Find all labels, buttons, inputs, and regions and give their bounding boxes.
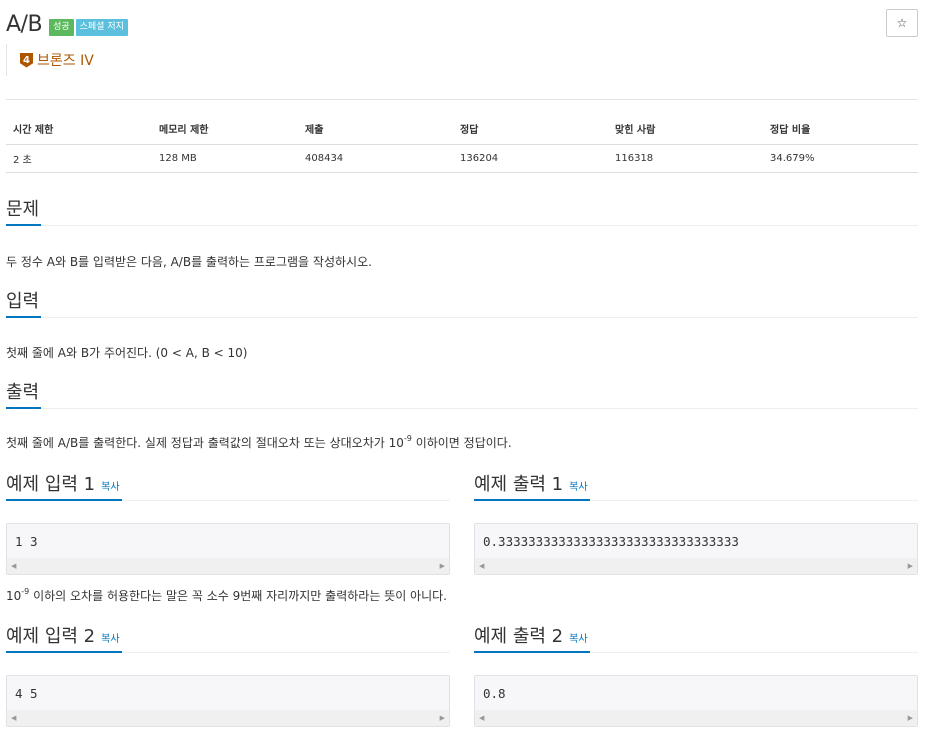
tier-row: 4 브론즈 IV: [6, 44, 94, 76]
exponent: -9: [403, 434, 412, 443]
input-description: 첫째 줄에 A와 B가 주어진다. (0 < A, B < 10): [6, 346, 248, 360]
sample-input-2-box[interactable]: 4 5 ◀ ▶: [6, 675, 450, 727]
header-submissions: 제출: [298, 114, 453, 145]
scroll-left-arrow-icon[interactable]: ◀: [479, 714, 484, 722]
output-heading: 출력: [6, 381, 42, 409]
scroll-left-arrow-icon[interactable]: ◀: [11, 562, 16, 570]
sample-input-2-heading: 예제 입력 2 복사: [6, 625, 450, 653]
problem-title: A/B: [6, 11, 43, 37]
success-badge: 성공: [49, 18, 74, 36]
sample-note-text: 이하의 오차를 허용한다는 말은 꼭 소수 9번째 자리까지만 출력하라는 뜻이…: [29, 589, 447, 603]
sample-input-2-code: 4 5: [15, 686, 38, 701]
problem-info-table: 시간 제한 메모리 제한 제출 정답 맞힌 사람 정답 비율 2 초 128 M…: [6, 114, 918, 173]
sample-input-1-title: 예제 입력 1: [6, 474, 96, 495]
divider: [6, 99, 918, 100]
sample-output-2-code: 0.8: [483, 686, 506, 701]
accept-ratio-value: 34.679%: [763, 144, 918, 173]
sample-output-1-heading: 예제 출력 1 복사: [474, 473, 918, 501]
bronze-tier-icon: 4: [20, 52, 33, 68]
scroll-right-arrow-icon[interactable]: ▶: [908, 714, 913, 722]
problem-title-row: A/B 성공 스페셜 저지: [6, 10, 128, 38]
table-header-row: 시간 제한 메모리 제한 제출 정답 맞힌 사람 정답 비율: [6, 114, 918, 145]
sample-output-2-box[interactable]: 0.8 ◀ ▶: [474, 675, 918, 727]
problem-heading: 문제: [6, 198, 42, 226]
header-solved-users: 맞힌 사람: [608, 114, 763, 145]
problem-description: 두 정수 A와 B를 입력받은 다음, A/B를 출력하는 프로그램을 작성하시…: [6, 255, 372, 269]
copy-sample-input-2-link[interactable]: 복사: [101, 634, 119, 645]
header-memory-limit: 메모리 제한: [152, 114, 298, 145]
scroll-left-arrow-icon[interactable]: ◀: [479, 562, 484, 570]
scroll-right-arrow-icon[interactable]: ▶: [440, 562, 445, 570]
header-time-limit: 시간 제한: [6, 114, 152, 145]
tier-label[interactable]: 브론즈 IV: [37, 50, 94, 70]
time-limit-value: 2 초: [6, 144, 152, 173]
sample-output-1-box[interactable]: 0.33333333333333333333333333333333 ◀ ▶: [474, 523, 918, 575]
scroll-left-arrow-icon[interactable]: ◀: [11, 714, 16, 722]
sample-output-2-heading: 예제 출력 2 복사: [474, 625, 918, 653]
horizontal-scrollbar[interactable]: ◀ ▶: [475, 558, 917, 574]
accepted-value: 136204: [453, 144, 608, 173]
scroll-right-arrow-icon[interactable]: ▶: [908, 562, 913, 570]
copy-sample-input-1-link[interactable]: 복사: [101, 482, 119, 493]
star-icon: ☆: [896, 16, 908, 30]
sample-output-2-title: 예제 출력 2: [474, 626, 564, 647]
table-row: 2 초 128 MB 408434 136204 116318 34.679%: [6, 144, 918, 173]
output-description-tail: 이하이면 정답이다.: [411, 436, 512, 450]
output-description-text: 첫째 줄에 A/B를 출력한다. 실제 정답과 출력값의 절대오차 또는 상대오…: [6, 436, 404, 450]
sample-input-1-code: 1 3: [15, 534, 38, 549]
horizontal-scrollbar[interactable]: ◀ ▶: [7, 558, 449, 574]
special-judge-badge: 스페셜 저지: [75, 18, 128, 36]
output-description: 첫째 줄에 A/B를 출력한다. 실제 정답과 출력값의 절대오차 또는 상대오…: [6, 434, 512, 451]
sample-input-1-heading: 예제 입력 1 복사: [6, 473, 450, 501]
sample-input-1-box[interactable]: 1 3 ◀ ▶: [6, 523, 450, 575]
sample-input-2-title: 예제 입력 2: [6, 626, 96, 647]
submissions-value: 408434: [298, 144, 453, 173]
solved-users-value: 116318: [608, 144, 763, 173]
horizontal-scrollbar[interactable]: ◀ ▶: [475, 710, 917, 726]
input-heading: 입력: [6, 290, 42, 318]
header-accept-ratio: 정답 비율: [763, 114, 918, 145]
sample-note: 10-9 이하의 오차를 허용한다는 말은 꼭 소수 9번째 자리까지만 출력하…: [6, 587, 447, 604]
copy-sample-output-1-link[interactable]: 복사: [569, 482, 587, 493]
sample-note-exponent: -9: [21, 587, 30, 596]
sample-output-1-code: 0.33333333333333333333333333333333: [483, 534, 739, 549]
sample-output-1-title: 예제 출력 1: [474, 474, 564, 495]
horizontal-scrollbar[interactable]: ◀ ▶: [7, 710, 449, 726]
favorite-star-button[interactable]: ☆: [886, 9, 918, 37]
sample-note-base: 10: [6, 589, 22, 603]
scroll-right-arrow-icon[interactable]: ▶: [440, 714, 445, 722]
header-accepted: 정답: [453, 114, 608, 145]
problem-section-heading: 문제: [6, 198, 918, 226]
copy-sample-output-2-link[interactable]: 복사: [569, 634, 587, 645]
memory-limit-value: 128 MB: [152, 144, 298, 173]
output-section-heading: 출력: [6, 381, 918, 409]
input-section-heading: 입력: [6, 290, 918, 318]
